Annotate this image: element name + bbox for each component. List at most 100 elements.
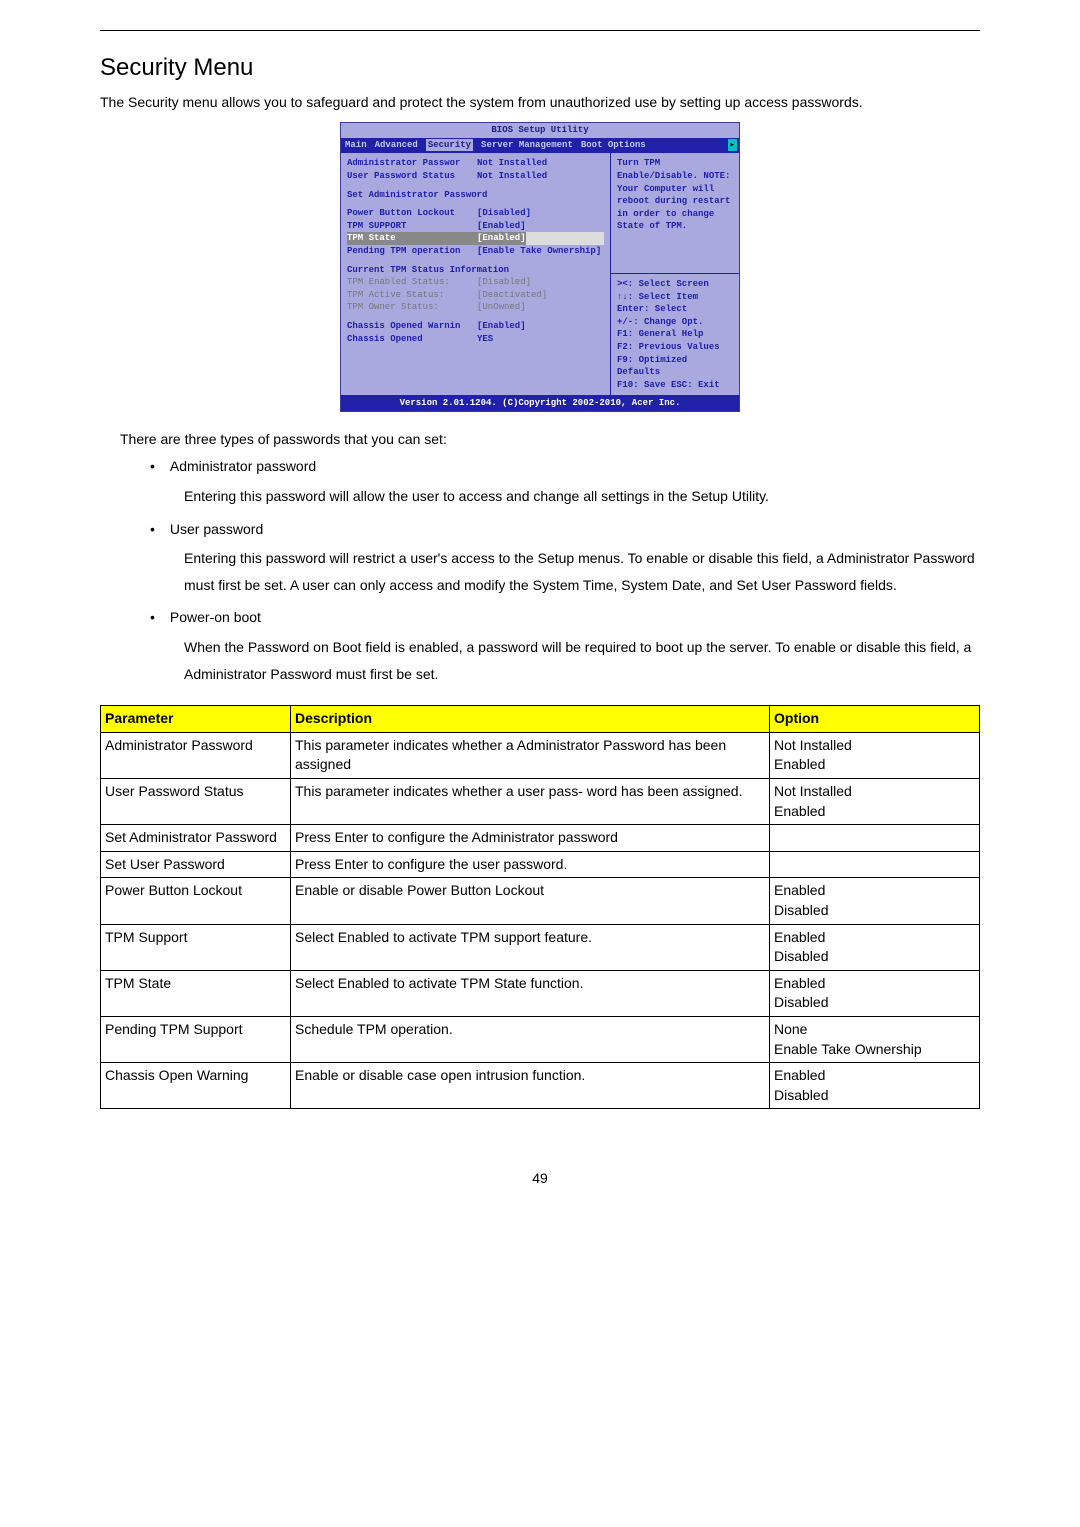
page-title: Security Menu <box>100 51 980 85</box>
chassis-warn-label: Chassis Opened Warnin <box>347 320 477 333</box>
help-key-7: F10: Save ESC: Exit <box>617 379 733 392</box>
help-key-6: F9: Optimized Defaults <box>617 354 733 379</box>
type-label: User password <box>170 520 263 540</box>
set-admin-pw: Set Administrator Password <box>347 189 487 202</box>
cell-desc: Press Enter to configure the Administrat… <box>291 825 770 852</box>
bios-tab-advanced: Advanced <box>375 139 418 152</box>
th-parameter: Parameter <box>101 706 291 733</box>
type-desc: When the Password on Boot field is enabl… <box>184 634 980 687</box>
table-row: Chassis Open WarningEnable or disable ca… <box>101 1063 980 1109</box>
admin-pw-value: Not Installed <box>477 157 547 170</box>
tpm-status-header: Current TPM Status Information <box>347 264 509 277</box>
table-row: Administrator PasswordThis parameter ind… <box>101 732 980 778</box>
cell-param: Power Button Lockout <box>101 878 291 924</box>
cell-param: TPM Support <box>101 924 291 970</box>
intro-text: The Security menu allows you to safeguar… <box>100 93 980 113</box>
tpm-support-value: [Enabled] <box>477 220 526 233</box>
power-button-value: [Disabled] <box>477 207 531 220</box>
bullet-icon: • <box>150 457 166 477</box>
table-row: TPM SupportSelect Enabled to activate TP… <box>101 924 980 970</box>
table-row: TPM StateSelect Enabled to activate TPM … <box>101 970 980 1016</box>
th-description: Description <box>291 706 770 733</box>
user-pw-value: Not Installed <box>477 170 547 183</box>
help-key-3: +/-: Change Opt. <box>617 316 733 329</box>
chassis-opened-label: Chassis Opened <box>347 333 477 346</box>
parameter-table: Parameter Description Option Administrat… <box>100 705 980 1109</box>
cell-opt: Enabled Disabled <box>770 878 980 924</box>
bios-help-panel: Turn TPM Enable/Disable. NOTE: Your Comp… <box>611 152 739 396</box>
table-row: Set Administrator PasswordPress Enter to… <box>101 825 980 852</box>
list-item: • Power-on boot When the Password on Boo… <box>150 608 980 687</box>
user-pw-label: User Password Status <box>347 170 477 183</box>
cell-param: Administrator Password <box>101 732 291 778</box>
cell-param: Set Administrator Password <box>101 825 291 852</box>
pending-value: [Enable Take Ownership] <box>477 245 601 258</box>
list-item: • Administrator password Entering this p… <box>150 457 980 509</box>
types-intro: There are three types of passwords that … <box>120 430 980 450</box>
table-row: Power Button LockoutEnable or disable Po… <box>101 878 980 924</box>
type-desc: Entering this password will restrict a u… <box>184 545 980 598</box>
table-row: User Password StatusThis parameter indic… <box>101 779 980 825</box>
bios-tab-security: Security <box>426 139 473 152</box>
tpm-enabled-label: TPM Enabled Status: <box>347 276 477 289</box>
cell-opt: Not Installed Enabled <box>770 732 980 778</box>
bios-footer: Version 2.01.1204. (C)Copyright 2002-201… <box>341 396 739 411</box>
chassis-warn-value: [Enabled] <box>477 320 526 333</box>
help-key-2: Enter: Select <box>617 303 733 316</box>
password-types-list: • Administrator password Entering this p… <box>150 457 980 687</box>
chassis-opened-value: YES <box>477 333 493 346</box>
cell-desc: Press Enter to configure the user passwo… <box>291 851 770 878</box>
cell-opt: None Enable Take Ownership <box>770 1016 980 1062</box>
list-item: • User password Entering this password w… <box>150 520 980 599</box>
help-key-4: F1: General Help <box>617 328 733 341</box>
cell-param: User Password Status <box>101 779 291 825</box>
help-key-5: F2: Previous Values <box>617 341 733 354</box>
bullet-icon: • <box>150 608 166 628</box>
power-button-label: Power Button Lockout <box>347 207 477 220</box>
page-number: 49 <box>100 1169 980 1189</box>
cell-desc: Enable or disable case open intrusion fu… <box>291 1063 770 1109</box>
tpm-enabled-value: [Disabled] <box>477 276 531 289</box>
tpm-state-label: TPM State <box>347 232 477 245</box>
bios-tab-server: Server Management <box>481 139 573 152</box>
cell-opt <box>770 851 980 878</box>
cell-param: Set User Password <box>101 851 291 878</box>
cell-desc: This parameter indicates whether a user … <box>291 779 770 825</box>
table-row: Set User PasswordPress Enter to configur… <box>101 851 980 878</box>
cell-desc: Enable or disable Power Button Lockout <box>291 878 770 924</box>
help-top-5: State of TPM. <box>617 220 733 233</box>
help-top-3: reboot during restart <box>617 195 733 208</box>
admin-pw-label: Administrator Passwor <box>347 157 477 170</box>
cell-param: Chassis Open Warning <box>101 1063 291 1109</box>
cell-param: Pending TPM Support <box>101 1016 291 1062</box>
bios-tab-boot: Boot Options <box>581 139 646 152</box>
bullet-icon: • <box>150 520 166 540</box>
bios-screenshot: BIOS Setup Utility Main Advanced Securit… <box>100 122 980 412</box>
cell-opt <box>770 825 980 852</box>
bios-left-panel: Administrator PassworNot Installed User … <box>341 152 611 396</box>
cell-param: TPM State <box>101 970 291 1016</box>
cell-opt: Enabled Disabled <box>770 924 980 970</box>
type-label: Power-on boot <box>170 608 261 628</box>
cell-opt: Enabled Disabled <box>770 1063 980 1109</box>
help-top-0: Turn TPM <box>617 157 733 170</box>
tpm-support-label: TPM SUPPORT <box>347 220 477 233</box>
cell-desc: Schedule TPM operation. <box>291 1016 770 1062</box>
pending-label: Pending TPM operation <box>347 245 477 258</box>
top-rule <box>100 30 980 31</box>
table-row: Pending TPM SupportSchedule TPM operatio… <box>101 1016 980 1062</box>
bios-tab-main: Main <box>345 139 367 152</box>
cell-desc: This parameter indicates whether a Admin… <box>291 732 770 778</box>
help-key-0: ><: Select Screen <box>617 278 733 291</box>
cell-desc: Select Enabled to activate TPM support f… <box>291 924 770 970</box>
type-label: Administrator password <box>170 457 316 477</box>
help-top-4: in order to change <box>617 208 733 221</box>
help-key-1: ↑↓: Select Item <box>617 291 733 304</box>
cell-desc: Select Enabled to activate TPM State fun… <box>291 970 770 1016</box>
type-desc: Entering this password will allow the us… <box>184 483 980 510</box>
th-option: Option <box>770 706 980 733</box>
bios-title: BIOS Setup Utility <box>341 123 739 138</box>
tpm-owner-value: [UnOwned] <box>477 301 526 314</box>
tpm-active-value: [Deactivated] <box>477 289 547 302</box>
cell-opt: Enabled Disabled <box>770 970 980 1016</box>
